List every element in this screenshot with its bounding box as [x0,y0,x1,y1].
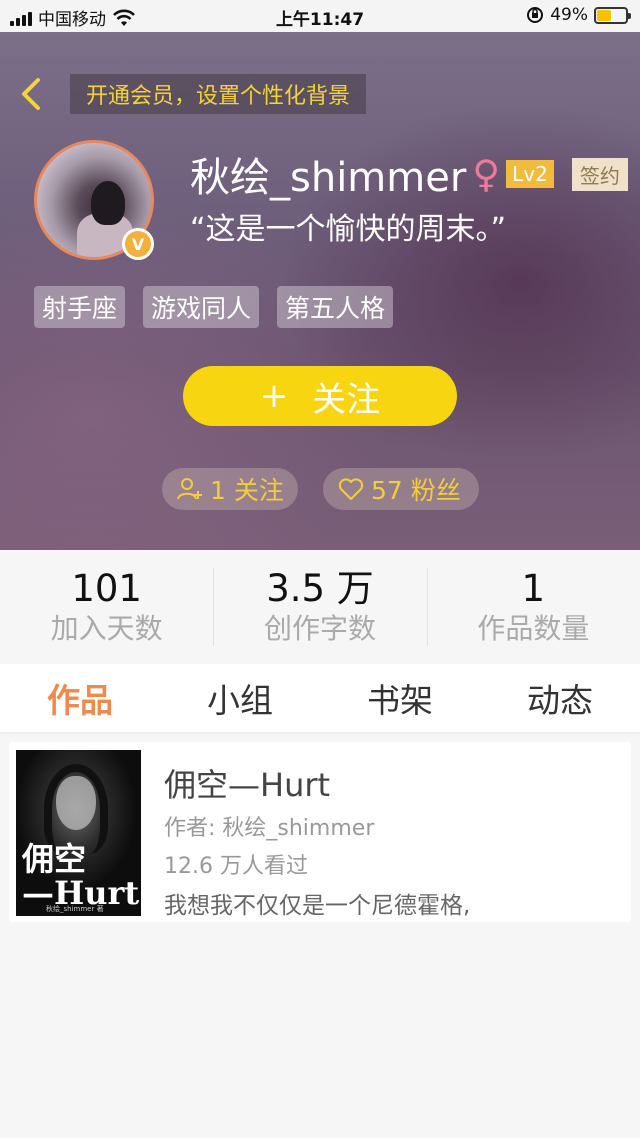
fans-count-button[interactable]: 57 粉丝 [323,468,479,510]
heart-icon [338,478,364,500]
back-arrow-icon[interactable] [14,74,48,114]
profile-header: 开通会员，设置个性化背景 V 秋绘_shimmer ♀ Lv2 签约 “这是一个… [0,32,640,550]
stat-join-days: 101 加入天数 [0,550,213,664]
level-badge: Lv2 [506,160,554,188]
verified-badge-icon: V [122,228,154,260]
stat-value: 1 [521,567,546,610]
stat-value: 3.5 万 [266,567,374,610]
stat-work-count: 1 作品数量 [426,550,640,664]
tag-item[interactable]: 游戏同人 [143,286,260,328]
tab-activity[interactable]: 动态 [480,664,640,732]
profile-motto: “这是一个愉快的周末。” [190,212,507,247]
signed-badge: 签约 [571,157,628,191]
work-description: 我想我不仅仅是一个尼德霍格, [164,893,471,919]
cover-author: 秋绘_shimmer 著 [46,905,104,913]
battery-icon [594,6,631,24]
stat-label: 创作字数 [263,612,376,645]
follow-button[interactable]: + 关注 [183,366,457,426]
stat-label: 作品数量 [477,612,590,645]
status-right: 49% [526,5,631,25]
plus-icon: + [259,376,289,416]
tab-bookshelf[interactable]: 书架 [320,664,480,732]
fans-count: 57 粉丝 [371,476,461,505]
work-card[interactable]: 佣空 —Hurt 秋绘_shimmer 著 佣空—Hurt 作者: 秋绘_shi… [9,742,631,922]
work-title[interactable]: 佣空—Hurt [164,760,330,806]
tag-item[interactable]: 射手座 [34,286,126,328]
vip-banner[interactable]: 开通会员，设置个性化背景 [70,74,367,114]
female-icon: ♀ [472,152,501,196]
cover-title: 佣空 —Hurt [22,840,140,912]
profile-stats: 101 加入天数 3.5 万 创作字数 1 作品数量 [0,550,640,664]
tab-groups[interactable]: 小组 [160,664,320,732]
battery-percent: 49% [550,5,588,25]
following-count-button[interactable]: 1 关注 [162,468,298,510]
profile-tabs: 作品 小组 书架 动态 [0,664,640,734]
stat-word-count: 3.5 万 创作字数 [213,550,426,664]
add-user-icon [177,478,202,500]
status-bar: 中国移动 上午11:47 49% [0,0,640,32]
profile-tags: 射手座 游戏同人 第五人格 [34,286,394,328]
work-cover-image[interactable]: 佣空 —Hurt 秋绘_shimmer 著 [16,750,141,916]
tab-works[interactable]: 作品 [0,664,160,732]
orientation-lock-icon [527,7,544,23]
stat-value: 101 [71,567,142,610]
tag-item[interactable]: 第五人格 [277,286,394,328]
following-count: 1 关注 [210,476,284,505]
work-views: 12.6 万人看过 [164,854,308,879]
username-row: 秋绘_shimmer ♀ Lv2 签约 [190,145,628,203]
work-author: 作者: 秋绘_shimmer [164,816,375,841]
username: 秋绘_shimmer [190,155,467,201]
follow-button-label: 关注 [312,379,381,420]
stat-label: 加入天数 [50,612,163,645]
